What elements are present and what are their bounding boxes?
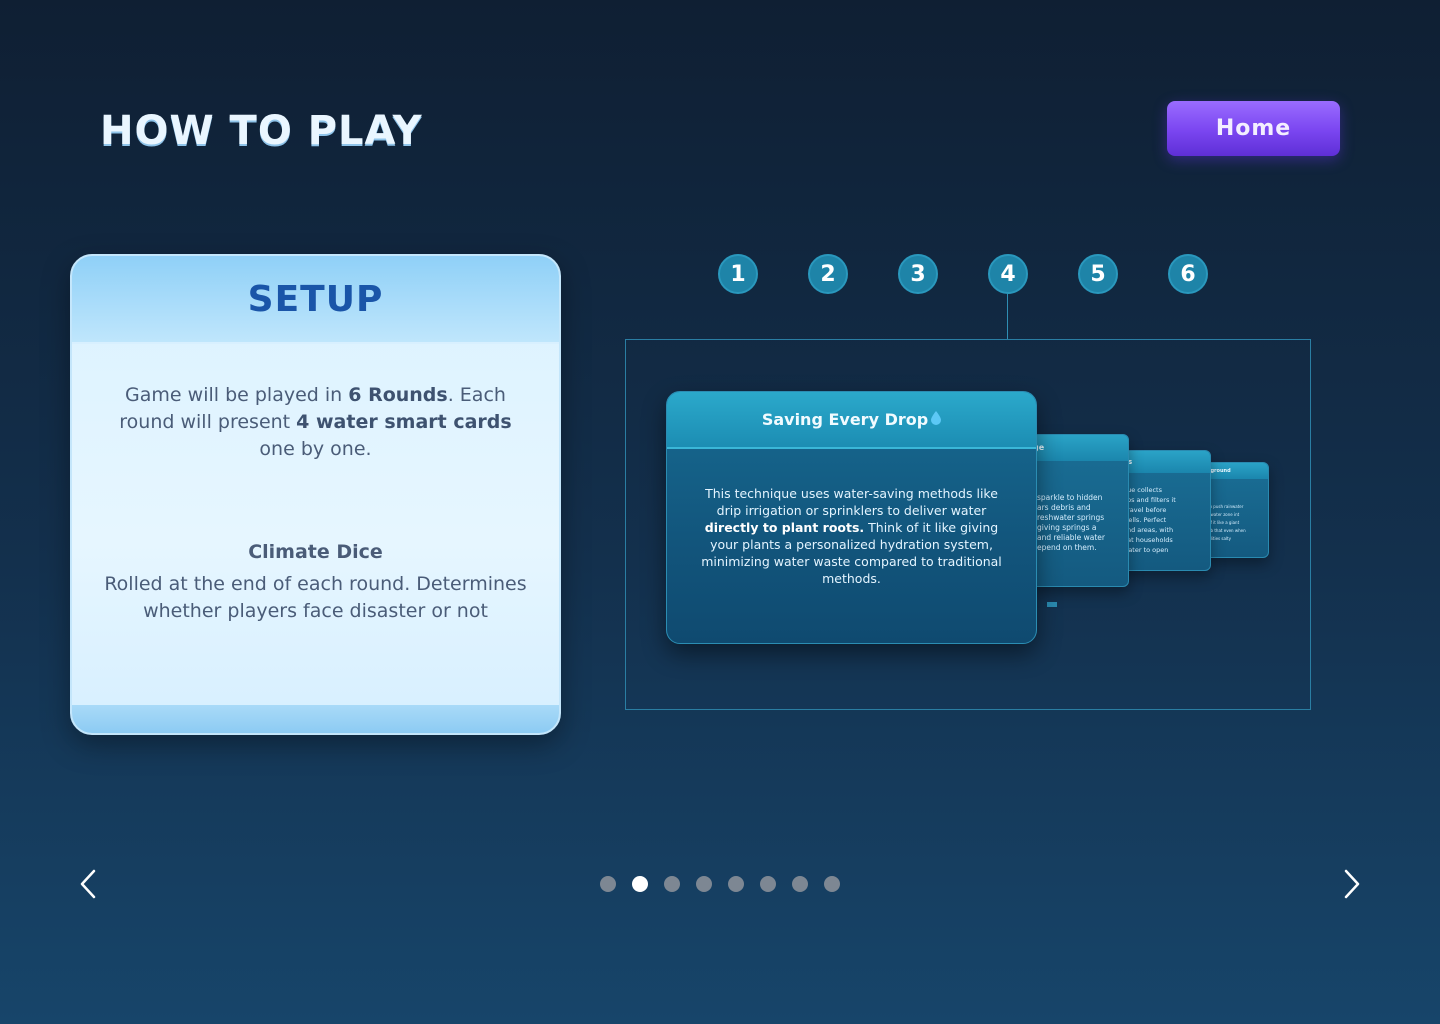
pagination-dot[interactable] <box>664 876 680 892</box>
pagination-dot-active[interactable] <box>632 876 648 892</box>
home-button[interactable]: Home <box>1167 101 1340 156</box>
setup-title: SETUP <box>247 278 384 320</box>
back-card-2-line: ops and filters it <box>1123 496 1176 504</box>
rounds-count: 6 Rounds <box>348 384 448 406</box>
card-stack-indicator <box>1047 602 1057 607</box>
step-4-button[interactable]: 4 <box>988 254 1028 294</box>
back-card-3-line: ub that even when <box>1208 528 1246 533</box>
back-card-1-line: sparkle to hidden <box>1037 493 1103 502</box>
setup-card-footer <box>72 705 559 733</box>
setup-card: SETUP Game will be played in 6 Rounds. E… <box>70 254 561 735</box>
step-2-button[interactable]: 2 <box>808 254 848 294</box>
rounds-description: Game will be played in 6 Rounds. Each ro… <box>112 382 519 463</box>
pagination-dots <box>600 876 840 892</box>
back-card-1-line: epend on them. <box>1037 543 1097 552</box>
back-card-1-line: giving springs a <box>1037 523 1097 532</box>
back-card-2-line: gravel before <box>1123 506 1167 514</box>
rounds-text-3: one by one. <box>259 438 372 460</box>
back-card-1-line: reshwater springs <box>1037 513 1105 522</box>
step-3-button[interactable]: 3 <box>898 254 938 294</box>
back-card-3-line: of it like a giant <box>1208 520 1240 525</box>
back-card-3-body: to push rainwater dwater zone int of it … <box>1206 479 1268 543</box>
back-card-2: ns que collects ops and filters it grave… <box>1120 450 1211 571</box>
pagination-dot[interactable] <box>696 876 712 892</box>
next-arrow-button[interactable] <box>1334 866 1370 902</box>
water-card-text-1: This technique uses water-saving methods… <box>705 486 998 518</box>
climate-dice-title: Climate Dice <box>248 541 383 563</box>
back-card-1-line: and reliable water <box>1037 533 1106 542</box>
back-card-2-line: water to open <box>1123 546 1169 554</box>
step-1-button[interactable]: 1 <box>718 254 758 294</box>
water-card-title: Saving Every Drop <box>761 410 929 429</box>
climate-dice-description: Rolled at the end of each round. Determi… <box>104 573 527 622</box>
water-card-description: This technique uses water-saving methods… <box>697 485 1006 587</box>
back-card-3-line: to push rainwater <box>1208 504 1244 509</box>
pagination-dot[interactable] <box>792 876 808 892</box>
back-card-2-title: ns <box>1121 451 1210 473</box>
pagination-dot[interactable] <box>600 876 616 892</box>
water-card-header: Saving Every Drop <box>667 392 1036 449</box>
rounds-text-1: Game will be played in <box>125 384 349 406</box>
back-card-1-title: ge <box>1031 435 1128 461</box>
water-card-main[interactable]: Saving Every Drop This technique uses wa… <box>666 391 1037 644</box>
pagination-dot[interactable] <box>760 876 776 892</box>
cards-count: 4 water smart cards <box>296 411 512 433</box>
back-card-3: rground to push rainwater dwater zone in… <box>1205 462 1269 558</box>
step-5-button[interactable]: 5 <box>1078 254 1118 294</box>
pagination-dot[interactable] <box>824 876 840 892</box>
back-card-2-line: que collects <box>1123 486 1162 494</box>
back-card-1-body: sparkle to hidden ars debris and reshwat… <box>1031 461 1128 553</box>
step-6-button[interactable]: 6 <box>1168 254 1208 294</box>
page-title: HOW TO PLAY <box>100 108 423 154</box>
back-card-2-line: hat households <box>1123 536 1173 544</box>
chevron-left-icon <box>80 869 96 899</box>
back-card-3-line: dwater zone int <box>1208 512 1240 517</box>
water-card-highlight: directly to plant roots. <box>704 520 865 535</box>
back-card-3-line: tilities salty <box>1208 536 1231 541</box>
step-connector-line <box>1007 294 1008 340</box>
back-card-2-body: que collects ops and filters it gravel b… <box>1121 473 1210 555</box>
prev-arrow-button[interactable] <box>70 866 106 902</box>
back-card-2-line: wells. Perfect <box>1123 516 1167 524</box>
water-drop-icon <box>931 410 942 429</box>
back-card-1: ge sparkle to hidden ars debris and resh… <box>1030 434 1129 587</box>
back-card-1-line: ars debris and <box>1037 503 1091 512</box>
setup-card-header: SETUP <box>72 256 559 344</box>
pagination-dot[interactable] <box>728 876 744 892</box>
chevron-right-icon <box>1344 869 1360 899</box>
back-card-3-title: rground <box>1206 463 1268 479</box>
back-card-2-line: and areas, with <box>1123 526 1174 534</box>
